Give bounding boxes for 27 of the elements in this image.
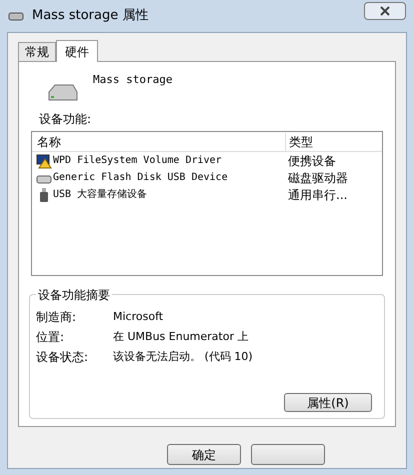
close-button[interactable]: [364, 2, 406, 20]
group-title: 设备功能摘要: [36, 286, 112, 304]
properties-button[interactable]: 属性(R): [284, 393, 372, 412]
drive-icon: [8, 10, 24, 22]
field-label: 设备状态:: [36, 349, 90, 366]
field-label: 制造商:: [36, 309, 78, 326]
field-value: 该设备无法启动。 (代码 10): [113, 348, 253, 365]
device-type: 便携设备: [287, 152, 336, 170]
close-icon: [380, 6, 390, 16]
window-title: Mass storage 属性: [32, 7, 148, 26]
column-header[interactable]: 名称: [32, 132, 285, 150]
tab[interactable]: 硬件: [56, 40, 98, 62]
device-name[interactable]: USB 大容量存储设备: [53, 187, 148, 202]
column-header[interactable]: 类型: [285, 132, 365, 150]
dialog-button[interactable]: [251, 444, 325, 465]
section-label: 设备功能:: [39, 111, 92, 128]
field-value: Microsoft: [113, 308, 164, 325]
tab[interactable]: 常规: [18, 42, 56, 61]
device-type: 通用串行...: [287, 186, 348, 204]
ok-button[interactable]: 确定: [167, 444, 241, 465]
field-value: 在 UMBus Enumerator 上: [113, 328, 248, 345]
device-name: Mass storage: [93, 72, 172, 88]
device-name[interactable]: WPD FileSystem Volume Driver: [53, 153, 222, 168]
device-type: 磁盘驱动器: [287, 170, 348, 186]
device-name[interactable]: Generic Flash Disk USB Device: [53, 170, 228, 185]
warning-icon: [36, 152, 52, 168]
field-label: 位置:: [36, 329, 66, 346]
